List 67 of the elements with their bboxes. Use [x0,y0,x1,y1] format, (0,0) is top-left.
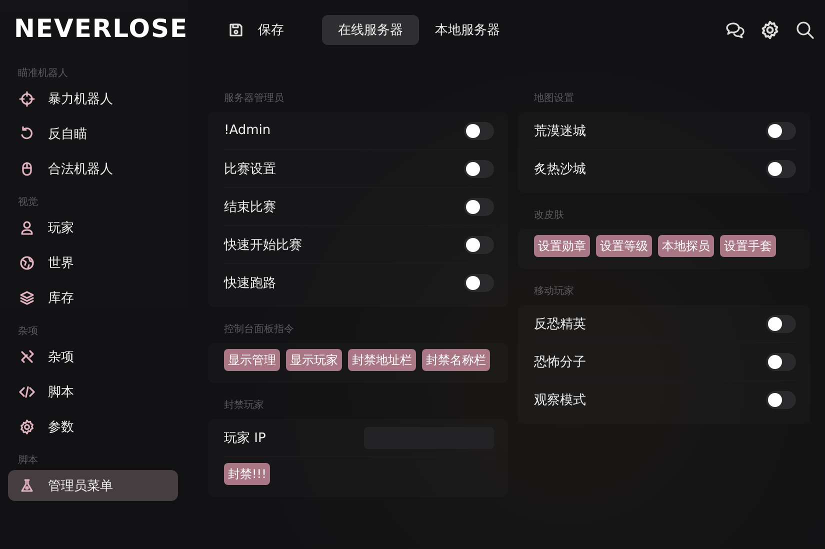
group-heading: 服务器管理员 [223,92,284,106]
mouse-icon [19,160,35,176]
server-tab[interactable]: 在线服务器 [322,15,419,45]
toggle-switch[interactable] [766,122,796,140]
setting-label: 荒漠迷城 [534,122,586,140]
action-button[interactable]: 封禁!!! [224,463,270,485]
action-button[interactable]: 显示管理 [224,349,280,371]
toggle-switch[interactable] [766,352,796,370]
toggle-switch[interactable] [766,160,796,178]
action-button[interactable]: 设置手套 [720,235,776,257]
toggle-switch[interactable] [464,236,494,254]
toggle-switch[interactable] [464,274,494,292]
action-button[interactable]: 封禁地址栏 [348,349,416,371]
crosshair-icon [19,90,35,106]
server-tab[interactable]: 本地服务器 [419,15,516,45]
setting-label: 恐怖分子 [534,354,586,370]
section-heading: 杂项 [17,324,38,339]
action-button[interactable]: 设置等级 [596,235,652,257]
sidebar-item[interactable]: 库存 [8,282,178,313]
group-heading: 改皮肤 [533,208,564,223]
setting-label: 快速开始比赛 [224,236,302,254]
field-label: 玩家 IP [224,430,266,446]
chat-icon[interactable] [725,20,745,40]
toggle-switch[interactable] [464,198,494,216]
group-heading: 控制台面板指令 [223,322,294,337]
save-button[interactable]: 保存 [228,15,284,45]
action-button[interactable]: 封禁名称栏 [422,349,490,371]
flask-icon [19,478,35,494]
sidebar-item[interactable]: 合法机器人 [8,153,178,184]
toggle-switch[interactable] [766,314,796,332]
sidebar-item[interactable]: 世界 [8,247,178,278]
sidebar-item[interactable]: 脚本 [8,376,178,407]
toggle-switch[interactable] [464,160,494,178]
layers-icon [19,290,35,306]
toggle-switch[interactable] [464,122,494,140]
setting-label: 炙热沙城 [534,160,586,178]
search-icon[interactable] [795,20,815,40]
sidebar-item[interactable]: 暴力机器人 [8,83,178,114]
setting-label: 比赛设置 [224,160,276,178]
section-heading: 脚本 [17,454,38,468]
setting-label: 观察模式 [534,392,586,408]
code-icon [19,384,35,400]
setting-label: 结束比赛 [224,198,276,216]
section-heading: 视觉 [17,196,38,210]
sidebar-item[interactable]: 玩家 [8,212,178,243]
group-heading: 移动玩家 [533,284,574,299]
globe-icon [19,254,35,270]
setting-label: 快速跑路 [224,274,276,292]
group-heading: 地图设置 [533,92,574,106]
sidebar-item[interactable]: 杂项 [8,341,178,372]
settings-icon[interactable] [760,20,780,40]
group-heading: 封禁玩家 [223,398,264,413]
setting-label: !Admin [224,123,271,138]
user-icon [19,220,35,236]
section-heading: 瞄准机器人 [17,66,68,81]
save-icon [228,22,244,38]
sidebar-item[interactable]: 管理员菜单 [8,470,178,501]
setting-label: 反恐精英 [534,316,586,332]
sidebar-item[interactable]: 反自瞄 [8,118,178,149]
gear-icon [19,418,35,434]
toggle-switch[interactable] [766,390,796,408]
brand-logo: NEVERLOSE [13,14,188,43]
undo-icon [19,126,35,142]
action-button[interactable]: 显示玩家 [286,349,342,371]
sidebar-item[interactable]: 参数 [8,411,178,442]
action-button[interactable]: 设置勋章 [534,235,590,257]
action-button[interactable]: 本地探员 [658,235,714,257]
